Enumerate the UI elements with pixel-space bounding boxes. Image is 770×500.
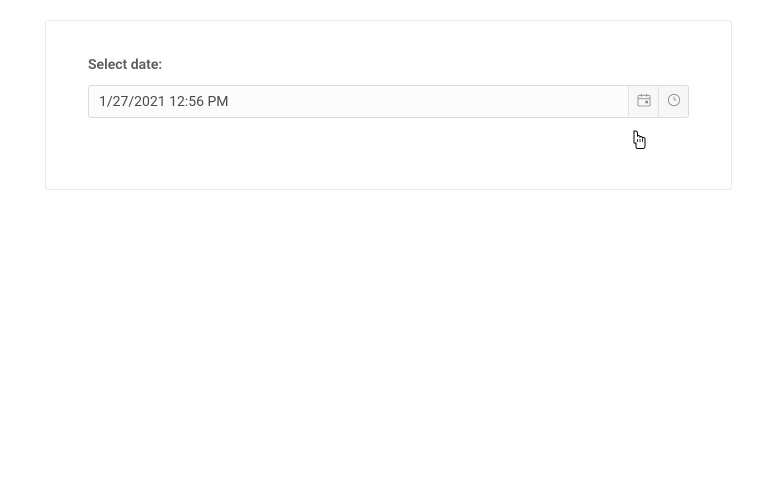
- datetime-picker: [88, 85, 689, 118]
- calendar-icon: [636, 92, 652, 112]
- datetime-input[interactable]: [89, 86, 628, 117]
- field-label: Select date:: [88, 57, 689, 73]
- clock-button[interactable]: [658, 86, 688, 117]
- calendar-button[interactable]: [628, 86, 658, 117]
- clock-icon: [666, 92, 682, 112]
- form-panel: Select date:: [45, 20, 732, 190]
